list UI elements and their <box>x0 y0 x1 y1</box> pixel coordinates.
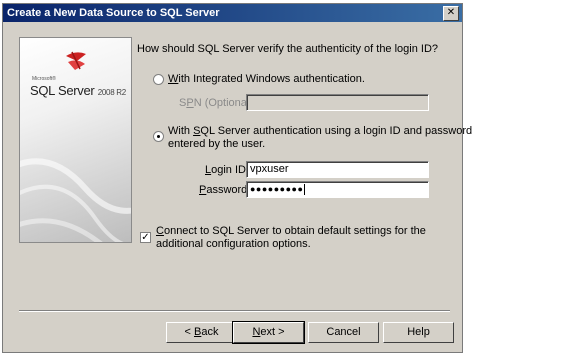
sql-auth-label-line2: entered by the user. <box>168 138 266 150</box>
button-separator <box>19 310 450 312</box>
spn-input[interactable] <box>246 94 429 111</box>
close-icon: ✕ <box>446 7 456 18</box>
brand-text: SQL Server 2008 R2 <box>30 83 126 98</box>
sql-server-banner: Microsoft® SQL Server 2008 R2 <box>19 37 132 243</box>
windows-auth-label[interactable]: With Integrated Windows authentication. <box>168 73 365 85</box>
back-button-pre: < <box>184 326 194 338</box>
password-label: Password: <box>199 184 250 196</box>
cancel-button[interactable]: Cancel <box>308 322 379 343</box>
text-caret <box>304 183 306 195</box>
close-button[interactable]: ✕ <box>443 6 459 21</box>
windows-auth-radio[interactable] <box>153 74 164 85</box>
login-id-label: Login ID: <box>205 164 249 176</box>
brand-version: 2008 R2 <box>97 88 126 97</box>
title-bar: Create a New Data Source to SQL Server ✕ <box>3 4 462 22</box>
sql-auth-radio[interactable] <box>153 131 164 142</box>
password-label-post: assword: <box>206 184 251 196</box>
connect-option-label[interactable]: Connect to SQL Server to obtain default … <box>156 225 426 237</box>
sql-auth-label-post: QL Server authentication using a login I… <box>200 125 473 137</box>
connect-checkbox[interactable]: ✓ <box>140 232 151 243</box>
brand-name: SQL Server <box>30 83 95 98</box>
sql-auth-label-pre: With <box>168 125 194 137</box>
dialog-title: Create a New Data Source to SQL Server <box>7 7 220 19</box>
back-button[interactable]: < Back <box>166 322 237 343</box>
checkmark-icon: ✓ <box>141 232 150 243</box>
back-button-post: ack <box>201 326 219 338</box>
windows-auth-label-hotkey: W <box>168 73 179 85</box>
login-id-input[interactable]: vpxuser <box>246 161 429 178</box>
sql-server-logo-icon <box>66 51 86 70</box>
spn-label-hotkey: P <box>186 97 194 109</box>
password-input[interactable]: ●●●●●●●●● <box>246 181 429 198</box>
next-button-post: ext > <box>260 326 285 338</box>
login-id-label-post: ogin ID: <box>211 164 250 176</box>
spn-label: SPN (Optional): <box>179 97 256 109</box>
help-button[interactable]: Help <box>383 322 454 343</box>
brand-small-text: Microsoft® <box>32 76 56 82</box>
connect-option-label-hotkey: C <box>156 225 164 237</box>
connect-option-label-line2: additional configuration options. <box>156 238 311 250</box>
question-text: How should SQL Server verify the authent… <box>137 43 439 55</box>
password-value: ●●●●●●●●● <box>250 184 304 194</box>
data-source-dialog: Create a New Data Source to SQL Server ✕… <box>2 3 472 353</box>
sql-auth-label[interactable]: With SQL Server authentication using a l… <box>168 125 472 137</box>
banner-swirl-graphic <box>20 158 131 242</box>
windows-auth-label-post: ith Integrated Windows authentication. <box>178 73 365 85</box>
connect-option-label-post: onnect to SQL Server to obtain default s… <box>163 225 426 237</box>
next-button[interactable]: Next > <box>232 321 305 344</box>
